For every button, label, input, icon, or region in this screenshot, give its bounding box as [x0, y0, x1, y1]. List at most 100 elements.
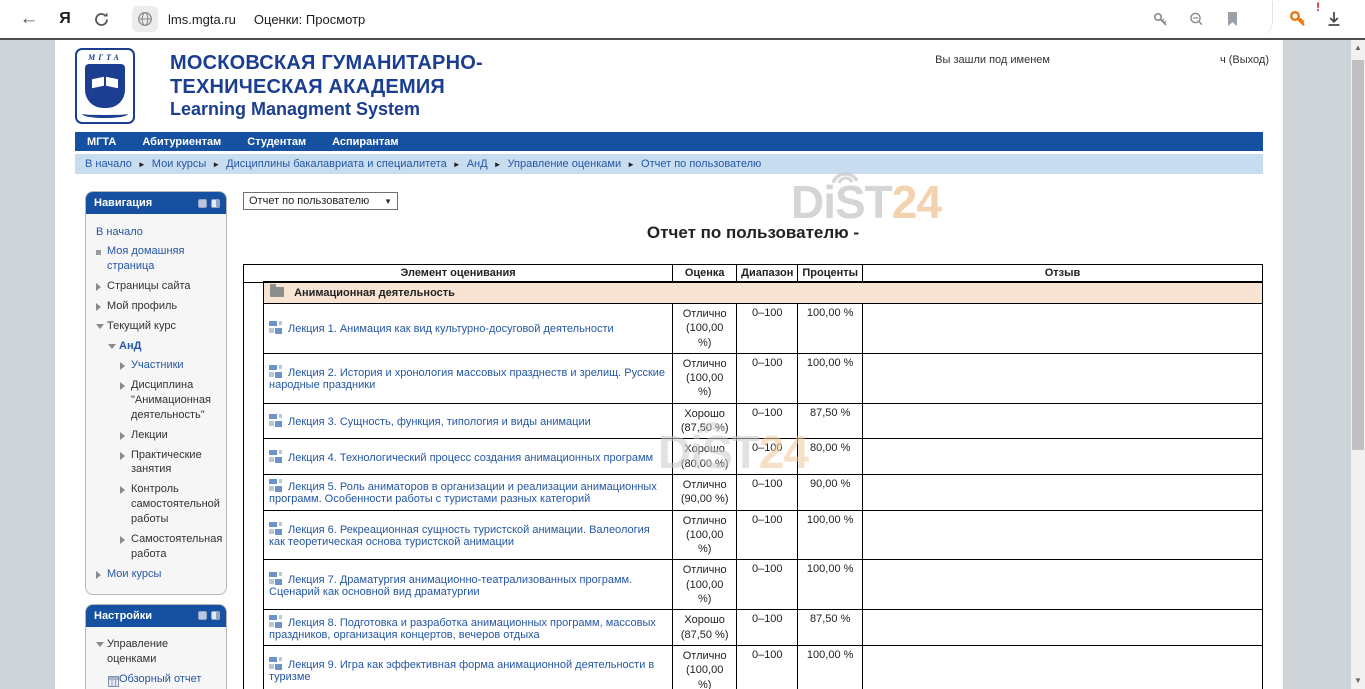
feedback-cell [863, 474, 1263, 510]
lesson-icon [269, 450, 282, 463]
breadcrumb-course[interactable]: АнД [467, 158, 488, 170]
column-header-grade: Оценка [673, 265, 737, 283]
find-on-page-button[interactable] [1181, 4, 1211, 34]
login-prefix: Вы зашли под именем [935, 54, 1050, 66]
sidebar-item-lectures[interactable]: Лекции [92, 425, 222, 445]
refresh-button[interactable] [86, 4, 116, 34]
logout-link[interactable]: ч (Выход) [1220, 54, 1269, 66]
breadcrumb-my-courses[interactable]: Мои курсы [152, 158, 206, 170]
feedback-cell [863, 645, 1263, 689]
bookmark-button[interactable] [1217, 4, 1247, 34]
lesson-icon [269, 414, 282, 427]
back-button[interactable]: ← [14, 4, 44, 34]
sidebar-item-discipline[interactable]: Дисциплина "Анимационная деятельность" [92, 376, 222, 426]
sidebar-item-course-and[interactable]: АнД [92, 336, 222, 356]
collapse-block-icon[interactable] [198, 611, 207, 620]
scroll-down-arrow-icon[interactable]: ▼ [1354, 673, 1362, 689]
breadcrumb-separator: ► [212, 160, 220, 169]
alert-badge: ! [1316, 0, 1320, 14]
navbar-item-studentam[interactable]: Студентам [247, 136, 306, 148]
breadcrumb-disciplines[interactable]: Дисциплины бакалавриата и специалитета [226, 158, 447, 170]
bookmark-icon [1225, 11, 1240, 27]
chevron-right-icon [120, 532, 131, 544]
grade-item-link[interactable]: Лекция 7. Драматургия анимационно-театра… [269, 574, 632, 598]
collapse-block-icon[interactable] [198, 199, 207, 208]
orange-key-icon [1288, 9, 1308, 29]
grade-item-link[interactable]: Лекция 5. Роль аниматоров в организации … [269, 481, 657, 505]
protect-alert-button[interactable]: ! [1283, 4, 1313, 34]
sidebar-item-my-home[interactable]: Моя домашняя страница [92, 242, 222, 277]
indent-strip [244, 282, 264, 689]
downloads-button[interactable] [1319, 4, 1349, 34]
yandex-browser-icon[interactable]: Я [50, 4, 80, 34]
dock-block-icon[interactable] [211, 611, 220, 620]
grade-item-link[interactable]: Лекция 4. Технологический процесс создан… [288, 452, 653, 464]
sidebar-item-self-work[interactable]: Самостоятельная работа [92, 529, 222, 564]
table-row: Лекция 8. Подготовка и разработка анимац… [244, 610, 1263, 646]
vertical-scrollbar[interactable]: ▲ ▼ [1351, 40, 1365, 689]
grade-item-link[interactable]: Лекция 1. Анимация как вид культурно-дос… [288, 323, 614, 335]
sidebar-item-practical[interactable]: Практические занятия [92, 445, 222, 480]
settings-block-title: Настройки [94, 610, 152, 622]
sidebar-item-my-courses[interactable]: Мои курсы [92, 564, 222, 584]
main-navbar: МГТА Абитуриентам Студентам Аспирантам [75, 132, 1263, 151]
scrollbar-thumb[interactable] [1352, 60, 1364, 450]
sidebar-item-my-profile[interactable]: Мой профиль [92, 296, 222, 316]
folder-icon [270, 287, 284, 297]
lesson-icon [269, 321, 282, 334]
grade-cell: Хорошо(87,50 %) [673, 610, 737, 646]
sidebar-item-current-course[interactable]: Текущий курс [92, 316, 222, 336]
grade-cell: Хорошо(80,00 %) [673, 439, 737, 475]
sidebar-item-home[interactable]: В начало [92, 222, 222, 242]
lms-page: МГТА МОСКОВСКАЯ ГУМАНИТАРНО- ТЕХНИЧЕСКАЯ… [55, 40, 1283, 689]
url-text[interactable]: lms.mgta.ru [168, 12, 236, 27]
report-type-select[interactable]: Отчет по пользователю ▼ [243, 192, 398, 210]
address-bar[interactable]: lms.mgta.ru Оценки: Просмотр [132, 6, 1145, 32]
sidebar-item-site-pages[interactable]: Страницы сайта [92, 277, 222, 297]
feedback-cell [863, 510, 1263, 560]
settings-block-header: Настройки [86, 605, 226, 627]
column-header-item: Элемент оценивания [244, 265, 673, 283]
grade-item-link[interactable]: Лекция 3. Сущность, функция, типология и… [288, 416, 591, 428]
breadcrumb-home[interactable]: В начало [85, 158, 132, 170]
logo-ribbon [82, 110, 128, 118]
sidebar-item-participants[interactable]: Участники [92, 356, 222, 376]
breadcrumb-user-report[interactable]: Отчет по пользователю [641, 158, 761, 170]
sidebar-item-overview-report[interactable]: Обзорный отчет [92, 670, 222, 689]
category-row: Анимационная деятельность [244, 282, 1263, 304]
logo-text: МГТА [88, 53, 122, 62]
lesson-icon [269, 479, 282, 492]
academy-title-line3: Learning Managment System [170, 99, 1263, 121]
grade-item-link[interactable]: Лекция 9. Игра как эффективная форма ани… [269, 659, 654, 683]
grade-item-link[interactable]: Лекция 2. История и хронология массовых … [269, 367, 665, 391]
sidebar-item-control[interactable]: Контроль самостоятельной работы [92, 480, 222, 530]
toolbar-divider [1257, 1, 1273, 37]
navbar-item-abiturientam[interactable]: Абитуриентам [142, 136, 221, 148]
navbar-item-mgta[interactable]: МГТА [87, 136, 116, 148]
login-status: Вы зашли под именем ч (Выход) [935, 54, 1269, 66]
dock-block-icon[interactable] [211, 199, 220, 208]
chevron-down-icon [96, 319, 107, 329]
range-cell: 0–100 [737, 439, 798, 475]
chevron-right-icon [120, 448, 131, 460]
navbar-item-aspirantam[interactable]: Аспирантам [332, 136, 398, 148]
chevron-right-icon [120, 378, 131, 390]
feedback-cell [863, 304, 1263, 354]
table-row: Лекция 3. Сущность, функция, типология и… [244, 403, 1263, 439]
main-report-area: Отчет по пользователю ▼ Отчет по пользов… [243, 191, 1263, 689]
table-row: Лекция 1. Анимация как вид культурно-дос… [244, 304, 1263, 354]
password-manager-button[interactable] [1145, 4, 1175, 34]
sidebar-item-grade-admin[interactable]: Управление оценками [92, 635, 222, 670]
grade-item-link[interactable]: Лекция 8. Подготовка и разработка анимац… [269, 617, 656, 641]
table-row: Лекция 5. Роль аниматоров в организации … [244, 474, 1263, 510]
grade-item-link[interactable]: Лекция 6. Рекреационная сущность туристс… [269, 524, 650, 548]
breadcrumb-grades[interactable]: Управление оценками [508, 158, 622, 170]
scroll-up-arrow-icon[interactable]: ▲ [1354, 40, 1362, 56]
report-page-title: Отчет по пользователю - [243, 223, 1263, 243]
grade-cell: Отлично(100,00 %) [673, 560, 737, 610]
page-title-text[interactable]: Оценки: Просмотр [254, 12, 365, 27]
content-area: Навигация В начало Моя домашняя страница [55, 174, 1283, 689]
table-row: Лекция 6. Рекреационная сущность туристс… [244, 510, 1263, 560]
percent-cell: 87,50 % [798, 610, 863, 646]
grade-cell: Хорошо(87,50 %) [673, 403, 737, 439]
